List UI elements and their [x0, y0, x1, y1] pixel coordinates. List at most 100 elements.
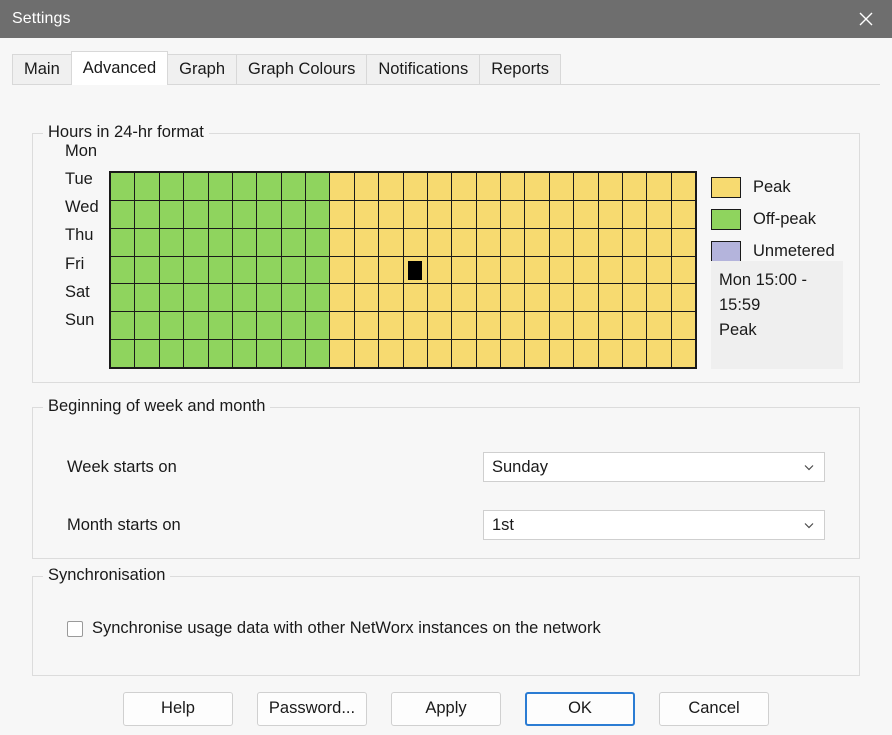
hour-cell-sat-11[interactable] — [379, 312, 403, 340]
hour-cell-mon-16[interactable] — [501, 173, 525, 200]
hour-cell-tue-7[interactable] — [281, 200, 305, 228]
hour-cell-tue-10[interactable] — [354, 200, 379, 228]
hour-cell-wed-4[interactable] — [208, 228, 232, 256]
hour-cell-thu-22[interactable] — [647, 256, 671, 284]
hour-cell-wed-7[interactable] — [281, 228, 305, 256]
hour-cell-sun-12[interactable] — [403, 340, 427, 367]
hour-cell-mon-17[interactable] — [525, 173, 549, 200]
hour-cell-mon-10[interactable] — [354, 173, 379, 200]
hour-cell-sun-10[interactable] — [354, 340, 379, 367]
week-starts-dropdown[interactable]: Sunday — [483, 452, 825, 482]
hour-cell-tue-5[interactable] — [232, 200, 257, 228]
hour-cell-tue-11[interactable] — [379, 200, 403, 228]
hour-cell-tue-17[interactable] — [525, 200, 549, 228]
hour-cell-mon-9[interactable] — [330, 173, 354, 200]
hour-cell-mon-21[interactable] — [622, 173, 647, 200]
hour-cell-thu-6[interactable] — [257, 256, 281, 284]
hour-cell-mon-11[interactable] — [379, 173, 403, 200]
hour-cell-sat-12[interactable] — [403, 312, 427, 340]
hour-cell-tue-6[interactable] — [257, 200, 281, 228]
hour-cell-fri-9[interactable] — [330, 284, 354, 312]
hour-cell-wed-19[interactable] — [574, 228, 598, 256]
hour-cell-wed-12[interactable] — [403, 228, 427, 256]
hour-cell-sat-16[interactable] — [501, 312, 525, 340]
hour-cell-mon-12[interactable] — [403, 173, 427, 200]
hour-cell-wed-0[interactable] — [111, 228, 135, 256]
hour-cell-thu-13[interactable] — [427, 256, 452, 284]
hours-grid[interactable] — [109, 171, 697, 369]
hour-cell-wed-2[interactable] — [159, 228, 184, 256]
hour-cell-wed-22[interactable] — [647, 228, 671, 256]
hour-cell-sun-8[interactable] — [306, 340, 330, 367]
hour-cell-sat-14[interactable] — [452, 312, 476, 340]
month-starts-dropdown[interactable]: 1st — [483, 510, 825, 540]
tab-reports[interactable]: Reports — [479, 54, 561, 84]
hour-cell-tue-21[interactable] — [622, 200, 647, 228]
hour-cell-mon-20[interactable] — [598, 173, 622, 200]
hour-cell-tue-14[interactable] — [452, 200, 476, 228]
hour-cell-fri-19[interactable] — [574, 284, 598, 312]
hour-cell-sat-15[interactable] — [476, 312, 500, 340]
hour-cell-sun-14[interactable] — [452, 340, 476, 367]
hour-cell-sun-21[interactable] — [622, 340, 647, 367]
hour-cell-tue-13[interactable] — [427, 200, 452, 228]
hour-cell-fri-22[interactable] — [647, 284, 671, 312]
hour-cell-mon-2[interactable] — [159, 173, 184, 200]
hour-cell-wed-14[interactable] — [452, 228, 476, 256]
hour-cell-wed-16[interactable] — [501, 228, 525, 256]
tab-graph[interactable]: Graph — [167, 54, 238, 84]
hour-cell-wed-17[interactable] — [525, 228, 549, 256]
hour-cell-fri-10[interactable] — [354, 284, 379, 312]
hour-cell-sun-7[interactable] — [281, 340, 305, 367]
hour-cell-sat-22[interactable] — [647, 312, 671, 340]
hour-cell-fri-21[interactable] — [622, 284, 647, 312]
hour-cell-wed-5[interactable] — [232, 228, 257, 256]
hour-cell-mon-3[interactable] — [184, 173, 208, 200]
hour-cell-fri-23[interactable] — [671, 284, 695, 312]
hour-cell-sat-5[interactable] — [232, 312, 257, 340]
hour-cell-sat-10[interactable] — [354, 312, 379, 340]
hour-cell-sat-4[interactable] — [208, 312, 232, 340]
hour-cell-mon-1[interactable] — [135, 173, 159, 200]
hour-cell-fri-18[interactable] — [549, 284, 574, 312]
hour-cell-tue-2[interactable] — [159, 200, 184, 228]
hour-cell-thu-4[interactable] — [208, 256, 232, 284]
hour-cell-tue-1[interactable] — [135, 200, 159, 228]
hour-cell-sat-7[interactable] — [281, 312, 305, 340]
hour-cell-fri-7[interactable] — [281, 284, 305, 312]
hour-cell-thu-11[interactable] — [379, 256, 403, 284]
hour-cell-tue-4[interactable] — [208, 200, 232, 228]
hour-cell-sun-23[interactable] — [671, 340, 695, 367]
hour-cell-wed-8[interactable] — [306, 228, 330, 256]
hour-cell-wed-21[interactable] — [622, 228, 647, 256]
hour-cell-thu-17[interactable] — [525, 256, 549, 284]
hour-cell-wed-15[interactable] — [476, 228, 500, 256]
hour-cell-sat-20[interactable] — [598, 312, 622, 340]
hour-cell-sun-13[interactable] — [427, 340, 452, 367]
hour-cell-thu-2[interactable] — [159, 256, 184, 284]
hour-cell-fri-0[interactable] — [111, 284, 135, 312]
hour-cell-sat-9[interactable] — [330, 312, 354, 340]
hour-cell-wed-9[interactable] — [330, 228, 354, 256]
hour-cell-wed-11[interactable] — [379, 228, 403, 256]
hour-cell-thu-3[interactable] — [184, 256, 208, 284]
hour-cell-wed-1[interactable] — [135, 228, 159, 256]
hour-cell-tue-20[interactable] — [598, 200, 622, 228]
hour-cell-thu-8[interactable] — [306, 256, 330, 284]
hour-cell-thu-20[interactable] — [598, 256, 622, 284]
hour-cell-wed-6[interactable] — [257, 228, 281, 256]
hour-cell-mon-4[interactable] — [208, 173, 232, 200]
hour-cell-fri-14[interactable] — [452, 284, 476, 312]
hour-cell-mon-19[interactable] — [574, 173, 598, 200]
hour-cell-sun-17[interactable] — [525, 340, 549, 367]
hour-cell-tue-12[interactable] — [403, 200, 427, 228]
hour-cell-mon-7[interactable] — [281, 173, 305, 200]
hour-cell-sun-15[interactable] — [476, 340, 500, 367]
hour-cell-wed-23[interactable] — [671, 228, 695, 256]
hour-cell-tue-8[interactable] — [306, 200, 330, 228]
hour-cell-sat-1[interactable] — [135, 312, 159, 340]
hour-cell-wed-13[interactable] — [427, 228, 452, 256]
hour-cell-mon-18[interactable] — [549, 173, 574, 200]
hour-cell-sat-3[interactable] — [184, 312, 208, 340]
hour-cell-tue-9[interactable] — [330, 200, 354, 228]
